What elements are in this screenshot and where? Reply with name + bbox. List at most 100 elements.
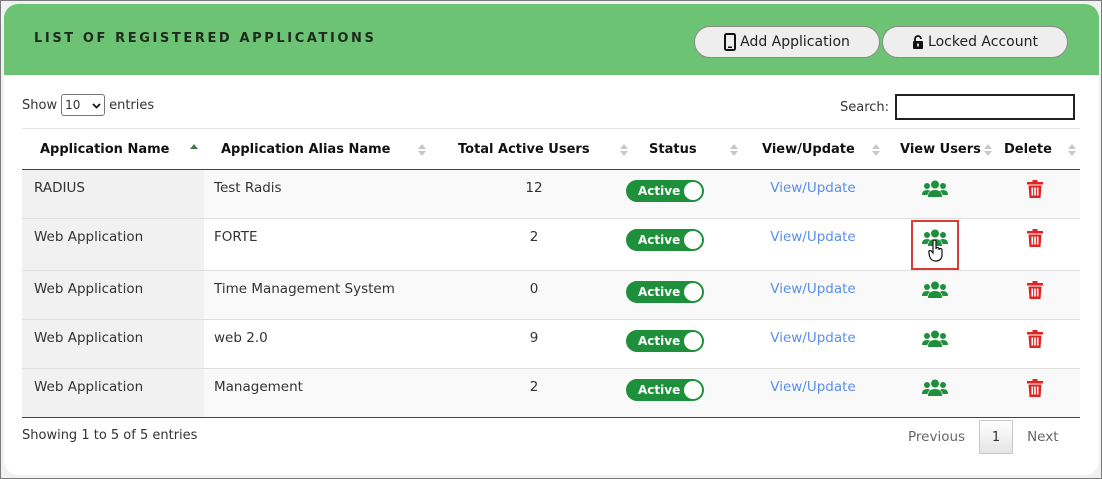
table-row: RADIUS Test Radis 12 Active View/Update bbox=[22, 169, 1080, 219]
status-label: Active bbox=[638, 285, 681, 299]
cell-status: Active bbox=[626, 270, 746, 320]
mobile-phone-icon bbox=[724, 33, 737, 51]
table-header-row: Application Name Application Alias Name … bbox=[22, 128, 1080, 170]
view-update-link[interactable]: View/Update bbox=[770, 180, 855, 196]
trash-icon[interactable] bbox=[1027, 180, 1043, 202]
col-total-active-users[interactable]: Total Active Users bbox=[426, 128, 642, 170]
view-update-link[interactable]: View/Update bbox=[770, 229, 855, 245]
users-group-icon[interactable] bbox=[922, 180, 948, 202]
search-control: Search: bbox=[840, 94, 1076, 120]
search-input[interactable] bbox=[895, 94, 1076, 120]
next-page-button[interactable]: Next bbox=[1013, 429, 1072, 445]
sort-both-icon bbox=[872, 144, 880, 156]
entries-per-page-select[interactable]: 10 bbox=[61, 94, 106, 116]
toggle-knob bbox=[684, 283, 702, 301]
toggle-knob bbox=[684, 381, 702, 399]
status-toggle[interactable]: Active bbox=[626, 330, 704, 352]
cell-status: Active bbox=[626, 169, 746, 219]
status-toggle[interactable]: Active bbox=[626, 180, 704, 202]
cell-view-users bbox=[880, 368, 990, 418]
cell-application-name: Web Application bbox=[22, 218, 204, 271]
entries-per-page-value: 10 bbox=[65, 98, 81, 112]
locked-account-button[interactable]: Locked Account bbox=[882, 26, 1068, 58]
trash-icon[interactable] bbox=[1027, 281, 1043, 303]
sort-both-icon bbox=[418, 144, 426, 156]
toggle-knob bbox=[684, 182, 702, 200]
cell-view-users bbox=[880, 218, 990, 271]
unlock-icon bbox=[912, 34, 924, 50]
cell-view-update: View/Update bbox=[746, 368, 880, 418]
sort-both-icon bbox=[620, 144, 628, 156]
cell-alias-name: Test Radis bbox=[204, 169, 426, 219]
window-frame: LIST OF REGISTERED APPLICATIONS Add Appl… bbox=[0, 0, 1102, 479]
previous-page-button[interactable]: Previous bbox=[894, 429, 979, 445]
cell-alias-name: FORTE bbox=[204, 218, 426, 271]
status-toggle[interactable]: Active bbox=[626, 229, 704, 251]
entries-label: entries bbox=[109, 97, 155, 113]
cell-delete bbox=[990, 319, 1080, 369]
cell-total-active-users: 9 bbox=[426, 319, 642, 369]
status-toggle[interactable]: Active bbox=[626, 281, 704, 303]
status-toggle[interactable]: Active bbox=[626, 379, 704, 401]
col-view-users[interactable]: View Users bbox=[880, 128, 992, 170]
view-update-link[interactable]: View/Update bbox=[770, 379, 855, 395]
hand-cursor-icon bbox=[928, 240, 943, 262]
cell-view-users bbox=[880, 169, 990, 219]
sort-both-icon bbox=[1068, 144, 1076, 156]
cell-application-name: Web Application bbox=[22, 319, 204, 369]
add-application-label: Add Application bbox=[740, 34, 850, 50]
trash-icon[interactable] bbox=[1027, 379, 1043, 401]
cell-status: Active bbox=[626, 319, 746, 369]
status-label: Active bbox=[638, 184, 681, 198]
table-row: Web Application FORTE 2 Active View/Upda… bbox=[22, 218, 1080, 271]
cell-alias-name: web 2.0 bbox=[204, 319, 426, 369]
table-row: Web Application web 2.0 9 Active View/Up… bbox=[22, 319, 1080, 369]
users-group-icon[interactable] bbox=[922, 379, 948, 401]
page-1-button[interactable]: 1 bbox=[979, 420, 1014, 454]
cell-delete bbox=[990, 218, 1080, 271]
entries-length-control: Show 10 entries bbox=[22, 94, 154, 116]
cell-delete bbox=[990, 169, 1080, 219]
status-label: Active bbox=[638, 383, 681, 397]
cell-status: Active bbox=[626, 218, 746, 271]
toggle-knob bbox=[684, 332, 702, 350]
cell-total-active-users: 2 bbox=[426, 368, 642, 418]
cell-total-active-users: 12 bbox=[426, 169, 642, 219]
hover-highlight-box bbox=[911, 220, 959, 270]
trash-icon[interactable] bbox=[1027, 229, 1043, 251]
cell-alias-name: Time Management System bbox=[204, 270, 426, 320]
cell-status: Active bbox=[626, 368, 746, 418]
panel-header: LIST OF REGISTERED APPLICATIONS Add Appl… bbox=[4, 4, 1099, 75]
cell-view-update: View/Update bbox=[746, 169, 880, 219]
cell-total-active-users: 2 bbox=[426, 218, 642, 271]
cell-view-update: View/Update bbox=[746, 270, 880, 320]
col-delete[interactable]: Delete bbox=[990, 128, 1080, 170]
table-row: Web Application Management 2 Active View… bbox=[22, 368, 1080, 418]
table-row: Web Application Time Management System 0… bbox=[22, 270, 1080, 320]
view-update-link[interactable]: View/Update bbox=[770, 330, 855, 346]
cell-delete bbox=[990, 270, 1080, 320]
table-info: Showing 1 to 5 of 5 entries bbox=[22, 428, 198, 443]
sort-ascending-icon bbox=[190, 144, 198, 149]
col-status[interactable]: Status bbox=[642, 128, 746, 170]
cell-view-update: View/Update bbox=[746, 218, 880, 271]
col-alias-name[interactable]: Application Alias Name bbox=[204, 128, 426, 170]
sort-both-icon bbox=[730, 144, 738, 156]
chevron-down-icon bbox=[92, 98, 101, 112]
users-group-icon[interactable] bbox=[922, 330, 948, 352]
col-view-update[interactable]: View/Update bbox=[746, 128, 880, 170]
col-application-name[interactable]: Application Name bbox=[22, 128, 204, 170]
trash-icon[interactable] bbox=[1027, 330, 1043, 352]
view-update-link[interactable]: View/Update bbox=[770, 281, 855, 297]
locked-account-label: Locked Account bbox=[928, 34, 1038, 50]
toggle-knob bbox=[684, 231, 702, 249]
applications-table: Application Name Application Alias Name … bbox=[22, 128, 1080, 418]
cell-view-update: View/Update bbox=[746, 319, 880, 369]
pagination: Previous 1 Next bbox=[894, 420, 1073, 454]
cell-alias-name: Management bbox=[204, 368, 426, 418]
cell-total-active-users: 0 bbox=[426, 270, 642, 320]
add-application-button[interactable]: Add Application bbox=[694, 26, 880, 58]
search-label: Search: bbox=[840, 99, 890, 115]
cell-application-name: RADIUS bbox=[22, 169, 204, 219]
users-group-icon[interactable] bbox=[922, 281, 948, 303]
